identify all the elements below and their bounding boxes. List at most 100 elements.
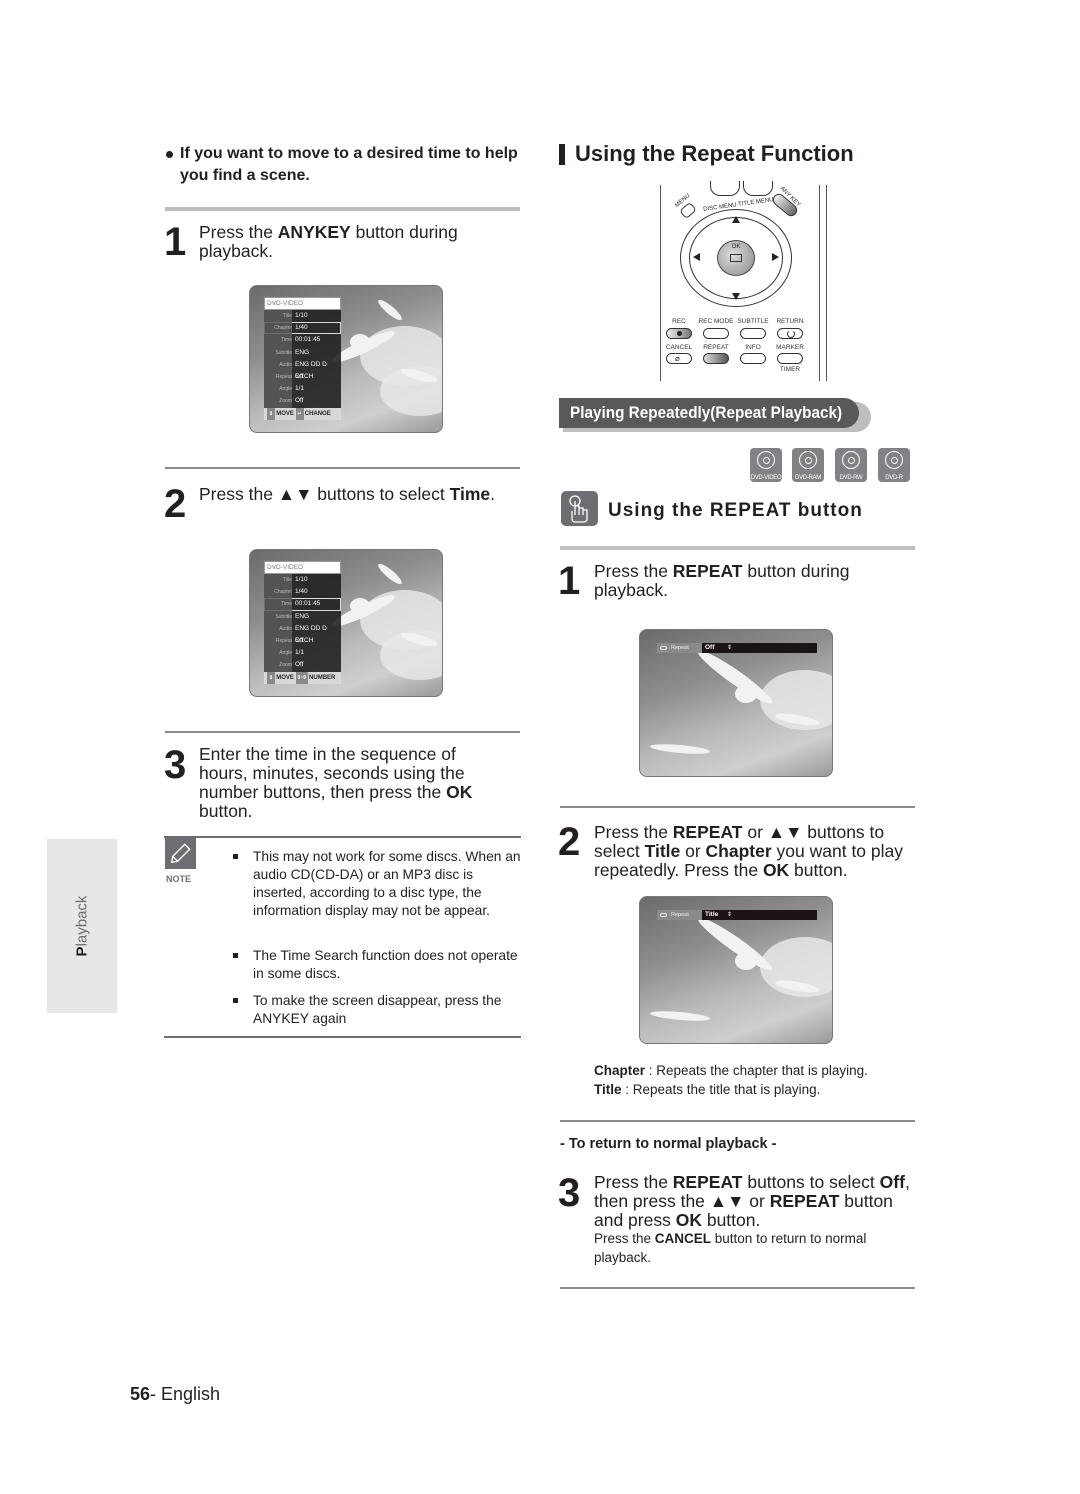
subheading: Using the REPEAT button	[608, 500, 863, 521]
osd-row-title: Title 1/10	[264, 574, 341, 587]
osd-screenshot-chapter: DVD-VIDEO Title 1/10 Chapter 1/40 Time 00:01:4…	[249, 285, 443, 433]
divider	[560, 1287, 915, 1289]
osd-row-zoom: Zoom Off	[264, 395, 341, 408]
osd-row-repeat: Repeat Off	[264, 370, 341, 384]
step-text: Press the REPEAT buttons to select Off, …	[594, 1172, 910, 1230]
remote-label: REC MODE	[698, 318, 734, 325]
osd-row-angle: Angle 1/1	[264, 647, 341, 660]
osd-row-chapter: Chapter 1/40	[264, 586, 341, 599]
osd-row-subtitle: Subtitle ENG	[264, 610, 341, 623]
info-display-panel: DVD-VIDEO Title 1/10 Chapter 1/40 Time 00:01:4…	[264, 297, 341, 420]
ok-button: OK	[717, 240, 755, 276]
repeat-status-bar: Repeat Off ⇕	[657, 643, 817, 653]
divider	[165, 207, 520, 211]
osd-row-subtitle: Subtitle ENG	[264, 346, 341, 359]
remote-label: REC	[672, 318, 686, 325]
intro-heading: If you want to move to a desired time to…	[166, 143, 526, 187]
remote-label: INFO	[745, 344, 761, 351]
osd-header: DVD-VIDEO	[264, 297, 341, 310]
cancel-button: ⌀	[666, 353, 692, 364]
divider	[560, 546, 915, 550]
cancel-note: Press the CANCEL button to return to nor…	[594, 1231, 867, 1265]
pencil-icon	[170, 843, 191, 864]
osd-footer: ⇕ MOVE 0~9 NUMBER	[264, 671, 341, 684]
step-number: 2	[558, 820, 581, 864]
dvd-video-disc-icon: DVD-VIDEO	[750, 448, 782, 482]
step-text: Press the ANYKEY button during playback.	[199, 222, 458, 261]
note-item: To make the screen disappear, press the …	[233, 992, 524, 1028]
remote-label: MARKER	[776, 344, 804, 351]
hand-pointer-icon	[561, 491, 598, 526]
side-tab: Playback	[47, 839, 117, 1013]
page-footer: 56- English	[130, 1384, 220, 1405]
return-icon	[787, 330, 795, 338]
osd-row-chapter: Chapter 1/40	[264, 322, 341, 335]
section-banner: Playing Repeatedly(Repeat Playback)	[559, 398, 871, 432]
dvd-rw-disc-icon: DVD-RW	[835, 448, 867, 482]
cancel-icon: ⌀	[675, 354, 680, 363]
osd-row-time: Time 00:01:45	[264, 334, 341, 347]
divider	[560, 1120, 915, 1122]
enter-icon	[730, 254, 742, 262]
rec-mode-button	[703, 328, 729, 339]
down-arrow-icon	[732, 293, 740, 300]
step-number: 3	[558, 1171, 581, 1215]
repeat-osd-screenshot-title: Repeat Title ⇕	[639, 896, 833, 1044]
side-tab-label: Playback	[73, 895, 91, 957]
section-title: Using the Repeat Function	[559, 140, 854, 168]
title-menu-button	[743, 181, 773, 196]
dvd-r-disc-icon: DVD-R	[878, 448, 910, 482]
note-item: This may not work for some discs. When a…	[233, 848, 524, 920]
step-text: Enter the time in the sequence of hours,…	[199, 744, 473, 821]
record-dot-icon	[677, 331, 682, 336]
title-marker	[559, 144, 565, 165]
osd-footer: ⇕ MOVE ↵ CHANGE	[264, 407, 341, 420]
divider	[560, 806, 915, 808]
note-item: The Time Search function does not operat…	[233, 947, 524, 983]
return-heading: - To return to normal playback -	[560, 1136, 777, 1152]
note-icon	[165, 838, 196, 869]
remote-label: TIMER	[779, 366, 801, 373]
right-arrow-icon	[772, 253, 779, 261]
repeat-icon	[660, 646, 667, 650]
repeat-status-bar: Repeat Title ⇕	[657, 910, 817, 920]
dvd-ram-disc-icon: DVD-RAM	[792, 448, 824, 482]
osd-row-title: Title 1/10	[264, 310, 341, 323]
definition-chapter: Chapter : Repeats the chapter that is pl…	[594, 1063, 868, 1078]
bullet-dot-icon	[166, 151, 173, 158]
repeat-button	[703, 353, 729, 364]
divider	[165, 731, 520, 733]
divider	[165, 467, 520, 469]
left-arrow-icon	[693, 253, 700, 261]
up-down-arrow-icon: ⇕	[727, 912, 733, 918]
up-arrow-icon	[732, 216, 740, 223]
subtitle-button	[740, 328, 766, 339]
info-button	[740, 353, 766, 364]
step-number: 1	[164, 220, 187, 264]
rec-button	[666, 328, 692, 339]
osd-row-angle: Angle 1/1	[264, 383, 341, 396]
osd-screenshot-time: DVD-VIDEO Title 1/10 Chapter 1/40 Time 00:01:4…	[249, 549, 443, 697]
repeat-icon	[660, 913, 667, 917]
note-bottom-rule	[164, 1036, 521, 1038]
step-number: 2	[164, 482, 187, 526]
step-text: Press the REPEAT or ▲▼ buttons to select…	[594, 822, 903, 880]
remote-label: RETURN	[776, 318, 804, 325]
step-text: Press the ▲▼ buttons to select Time.	[199, 484, 495, 504]
step-number: 1	[558, 559, 581, 603]
osd-row-audio: Audio ENG DD D 5.1CH	[264, 358, 341, 380]
remote-label: SUBTITLE	[737, 318, 769, 325]
osd-header: DVD-VIDEO	[264, 561, 341, 574]
remote-control-illustration: MENU DISC MENU TITLE MENU ANY KEY OK REC…	[655, 181, 830, 383]
info-display-panel: DVD-VIDEO Title 1/10 Chapter 1/40 Time 00:01:4…	[264, 561, 341, 684]
note-label: NOTE	[166, 874, 192, 884]
step-text: Press the REPEAT button during playback.	[594, 561, 850, 600]
up-down-arrow-icon: ⇕	[727, 645, 733, 651]
language-label: - English	[150, 1384, 221, 1404]
page-number: 56	[130, 1384, 151, 1404]
repeat-osd-screenshot-off: Repeat Off ⇕	[639, 629, 833, 777]
disc-menu-button	[710, 181, 740, 196]
remote-label: CANCEL	[665, 344, 693, 351]
remote-label: REPEAT	[703, 344, 729, 351]
definition-title: Title : Repeats the title that is playin…	[594, 1082, 821, 1097]
